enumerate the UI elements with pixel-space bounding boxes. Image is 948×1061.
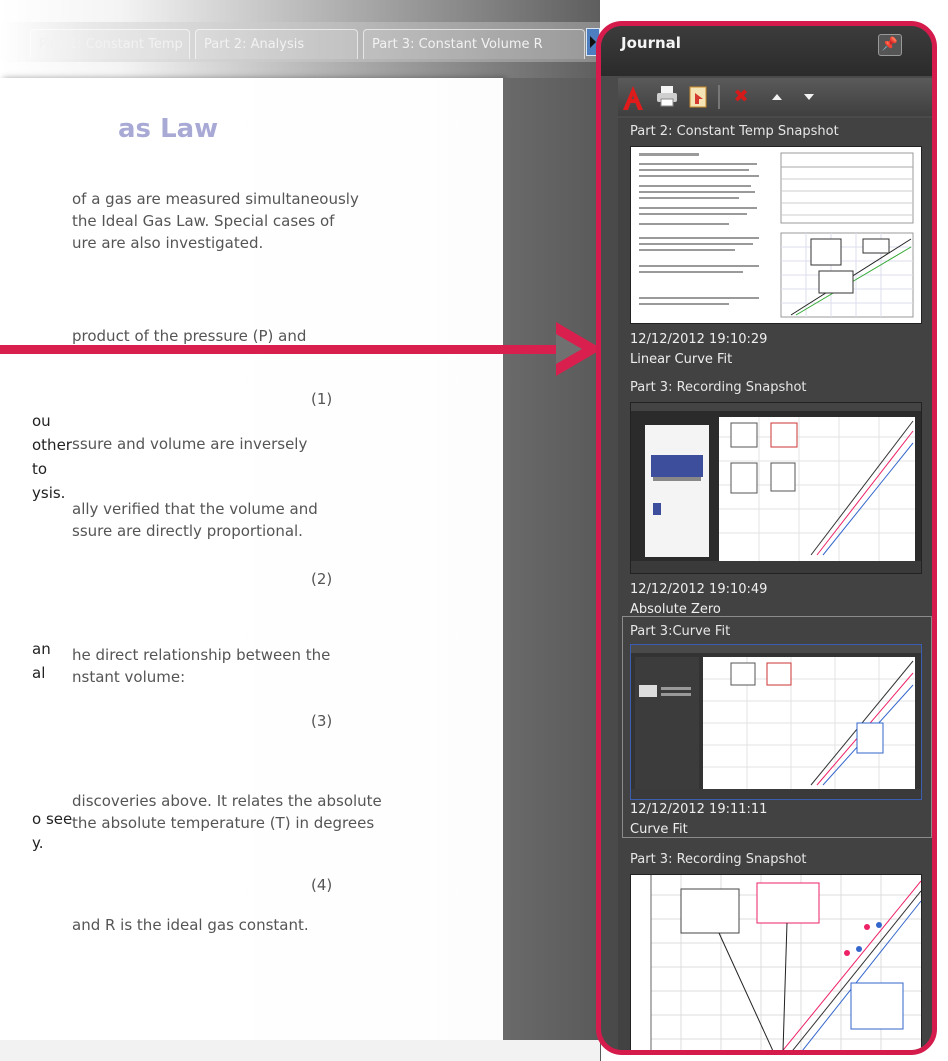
entry-timestamp: 12/12/2012 19:10:29 [630, 332, 768, 347]
tab-part2[interactable]: Part 2: Analysis [195, 29, 358, 59]
side-text: y. [32, 834, 44, 852]
print-icon[interactable] [654, 85, 680, 109]
tab-bar: Part 1: Constant Temp Part 2: Analysis P… [0, 22, 600, 62]
side-text: o see [32, 810, 73, 828]
journal-entry-list[interactable]: Part 2: Constant Temp Snapshot 12/12/201… [618, 118, 932, 1050]
pin-icon[interactable]: 📌 [878, 34, 902, 56]
snapshot-thumbnail[interactable] [630, 402, 922, 574]
equation-number: (3) [311, 712, 333, 730]
entry-note: Linear Curve Fit [630, 352, 733, 367]
side-text: to [32, 460, 48, 478]
intro-line: the Ideal Gas Law. Special cases of [72, 212, 335, 230]
paragraph: the absolute temperature (T) in degrees [72, 814, 375, 832]
entry-timestamp: 12/12/2012 19:11:11 [630, 802, 768, 817]
snapshot-thumbnail[interactable] [630, 146, 922, 324]
paragraph: ally verified that the volume and [72, 500, 318, 518]
equation-number: (4) [311, 876, 333, 894]
pdf-icon[interactable] [620, 85, 646, 110]
paragraph: discoveries above. It relates the absolu… [72, 792, 382, 810]
entry-title[interactable]: Part 2: Constant Temp Snapshot [630, 124, 839, 139]
journal-title: Journal [621, 34, 681, 52]
callout-arrow-inner [556, 334, 582, 364]
snapshot-thumbnail[interactable] [630, 874, 922, 1050]
journal-toolbar: ✖ [618, 78, 932, 116]
entry-note: Curve Fit [630, 822, 688, 837]
side-text: ou [32, 412, 51, 430]
tab-part1[interactable]: Part 1: Constant Temp [30, 29, 190, 59]
side-text: ysis. [32, 484, 66, 502]
paragraph: and R is the ideal gas constant. [72, 916, 309, 934]
journal-header: Journal 📌 [601, 26, 932, 76]
move-down-icon[interactable] [796, 85, 822, 109]
export-icon[interactable] [686, 85, 712, 109]
side-text: al [32, 664, 46, 682]
side-text: an [32, 640, 51, 658]
paragraph: ssure and volume are inversely [72, 435, 308, 453]
entry-title[interactable]: Part 3: Recording Snapshot [630, 852, 807, 867]
tab-part3[interactable]: Part 3: Constant Volume R [363, 29, 585, 59]
entry-timestamp: 12/12/2012 19:10:49 [630, 582, 768, 597]
delete-icon[interactable]: ✖ [728, 85, 754, 109]
intro-line: ure are also investigated. [72, 234, 264, 252]
document-page: as Law of a gas are measured simultaneou… [0, 78, 503, 1040]
toolbar-divider [718, 85, 720, 109]
paragraph: product of the pressure (P) and [72, 327, 307, 345]
intro-line: of a gas are measured simultaneously [72, 190, 359, 208]
paragraph: he direct relationship between the [72, 646, 331, 664]
bottom-strip [0, 1040, 600, 1061]
callout-arrow-line [0, 345, 560, 354]
entry-title[interactable]: Part 3: Recording Snapshot [630, 380, 807, 395]
page-title: as Law [118, 114, 219, 144]
entry-title[interactable]: Part 3:Curve Fit [630, 624, 730, 639]
paragraph: nstant volume: [72, 668, 186, 686]
equation-number: (2) [311, 570, 333, 588]
snapshot-thumbnail[interactable] [630, 644, 922, 800]
move-up-icon[interactable] [764, 85, 790, 109]
panel-gap [503, 78, 601, 1061]
side-text: other [32, 436, 72, 454]
journal-panel: Journal 📌 ✖ Part 2: Constant Temp Snapsh… [596, 21, 937, 1055]
equation-number: (1) [311, 390, 333, 408]
paragraph: ssure are directly proportional. [72, 522, 303, 540]
